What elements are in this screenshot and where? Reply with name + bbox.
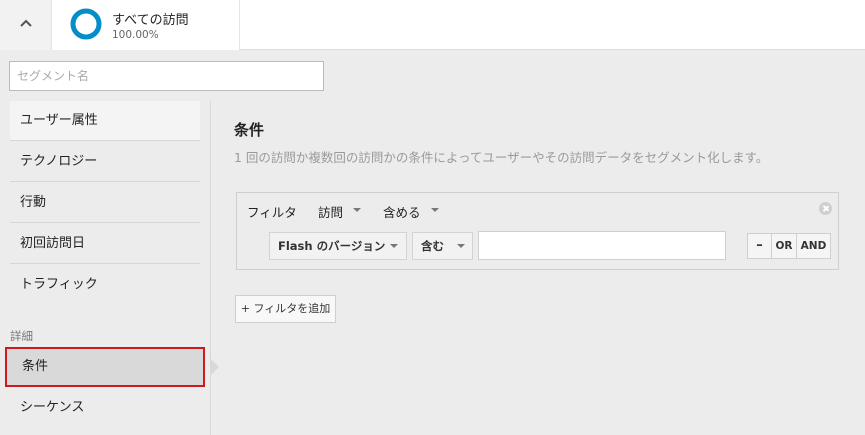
filter-scope-dropdown[interactable]: 訪問 <box>318 202 343 221</box>
sidebar-item-sequences[interactable]: シーケンス <box>10 388 200 428</box>
main-panel: 条件 1 回の訪問か複数回の訪問かの条件によってユーザーやその訪問データをセグメ… <box>212 101 865 435</box>
filter-box: フィルタ 訪問 含める Flash のバージョン 含む – OR AND <box>236 192 839 270</box>
caret-down-icon <box>457 244 465 248</box>
remove-filter-icon[interactable] <box>819 202 832 215</box>
sidebar-item-traffic[interactable]: トラフィック <box>10 265 200 305</box>
sidebar-item-first-visit-date[interactable]: 初回訪問日 <box>10 224 200 264</box>
add-filter-button[interactable]: + フィルタを追加 <box>235 295 336 323</box>
filter-include-dropdown[interactable]: 含める <box>383 202 421 221</box>
segment-bar: すべての訪問 100.00% <box>0 0 865 50</box>
segment-name: すべての訪問 <box>112 13 189 28</box>
segment-card[interactable]: すべての訪問 100.00% <box>52 0 240 50</box>
remove-condition-button[interactable]: – <box>748 234 772 258</box>
caret-down-icon[interactable] <box>353 208 361 212</box>
caret-down-icon <box>390 244 398 248</box>
segment-percent: 100.00% <box>112 29 159 41</box>
segment-name-input[interactable] <box>9 61 324 91</box>
operator-label: 含む <box>421 239 444 253</box>
sidebar-item-behavior[interactable]: 行動 <box>10 183 200 223</box>
dimension-label: Flash のバージョン <box>278 239 386 253</box>
sidebar-item-demographics[interactable]: ユーザー属性 <box>10 101 200 141</box>
chevron-up-icon <box>20 19 32 27</box>
or-button[interactable]: OR <box>772 234 797 258</box>
page-description: 1 回の訪問か複数回の訪問かの条件によってユーザーやその訪問データをセグメント化… <box>234 150 769 165</box>
filter-label: フィルタ <box>247 205 297 220</box>
sidebar-item-conditions[interactable]: 条件 <box>5 347 205 387</box>
sidebar-section-label: 詳細 <box>10 329 33 343</box>
filter-header: フィルタ 訪問 含める <box>237 193 838 225</box>
condition-button-group: – OR AND <box>747 233 831 259</box>
and-button[interactable]: AND <box>797 234 830 258</box>
page-title: 条件 <box>234 121 265 139</box>
collapse-button[interactable] <box>0 0 52 50</box>
caret-down-icon[interactable] <box>431 208 439 212</box>
dimension-dropdown[interactable]: Flash のバージョン <box>269 232 407 260</box>
filter-value-input[interactable] <box>478 231 726 260</box>
segment-ring-icon <box>70 8 102 40</box>
sidebar: ユーザー属性 テクノロジー 行動 初回訪問日 トラフィック 詳細 条件 シーケン… <box>0 101 219 435</box>
operator-dropdown[interactable]: 含む <box>412 232 473 260</box>
sidebar-item-technology[interactable]: テクノロジー <box>10 142 200 182</box>
